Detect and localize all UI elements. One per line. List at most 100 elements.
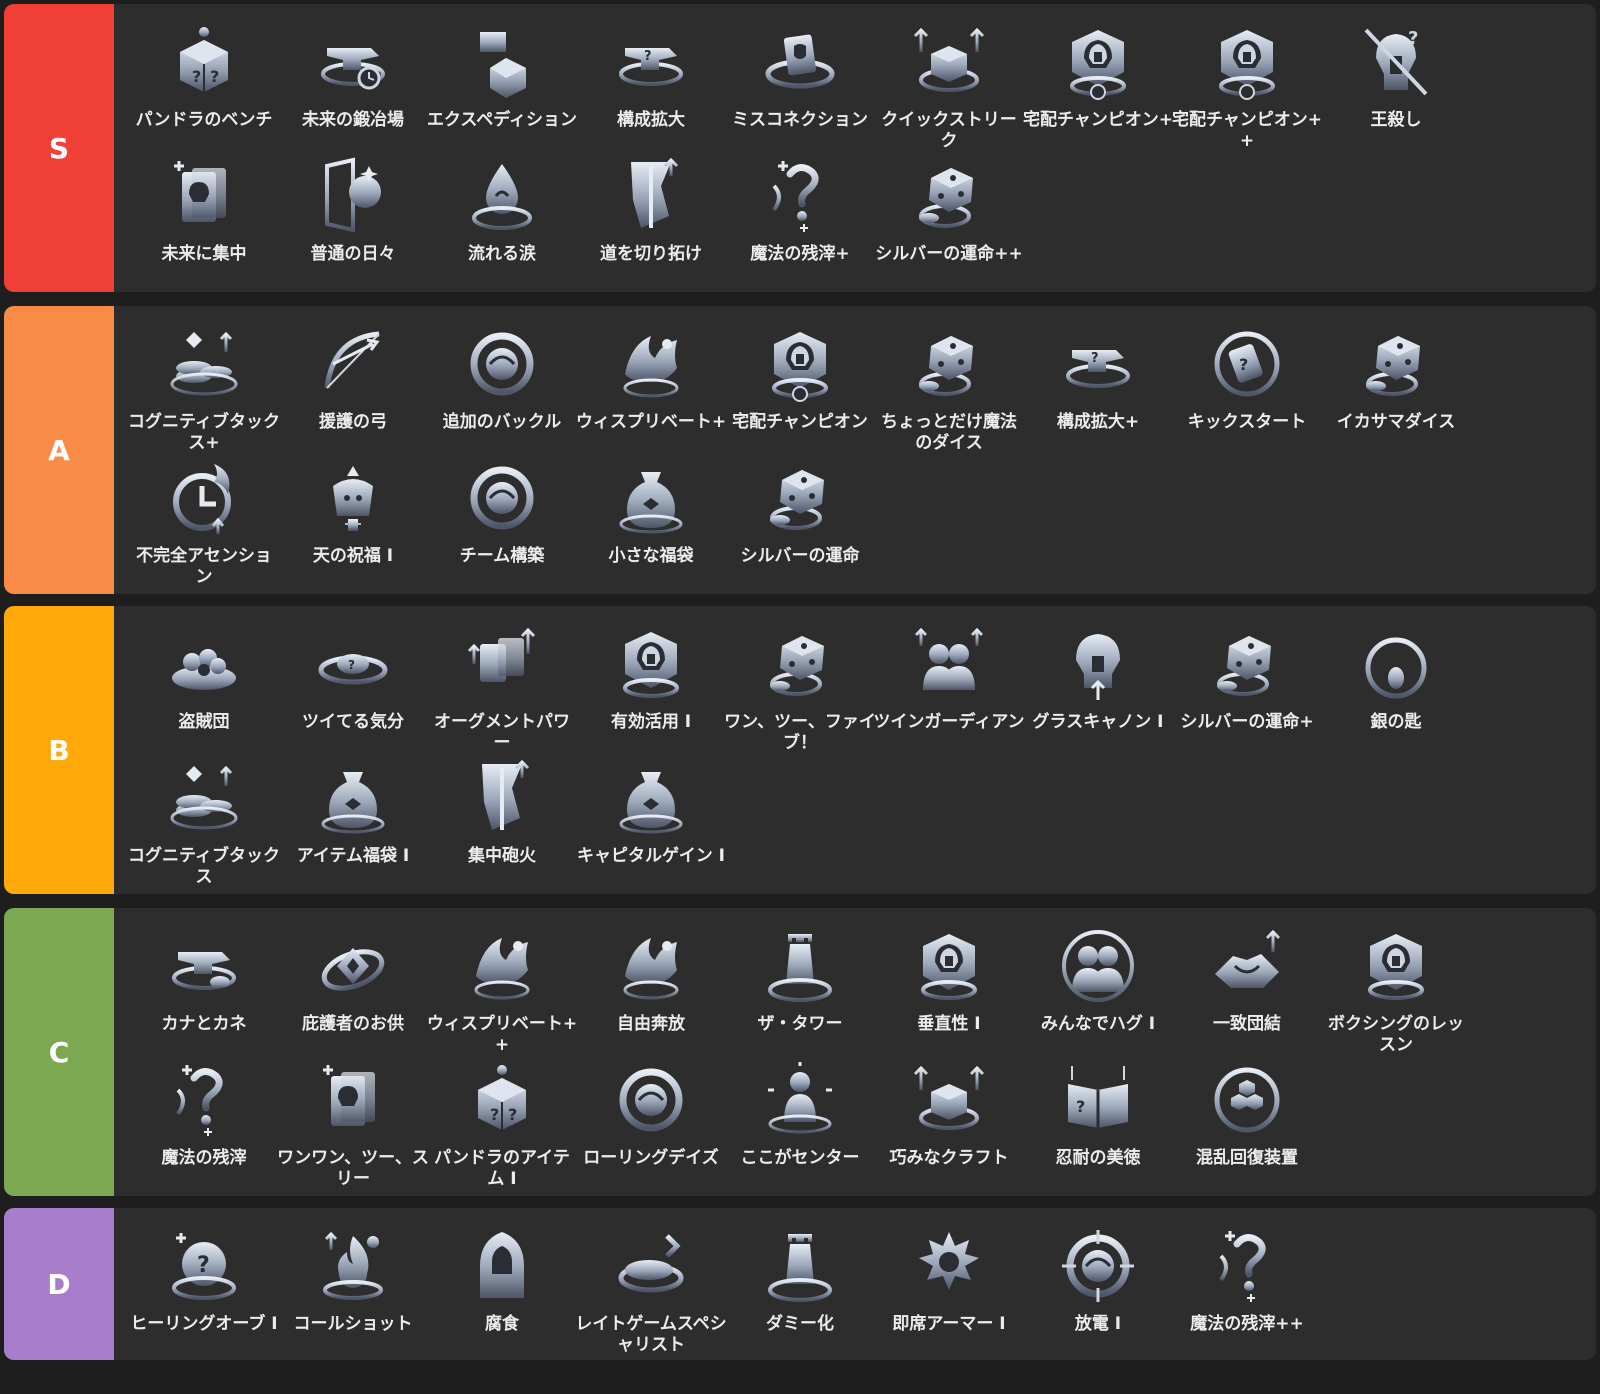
money-bag-icon <box>609 756 693 840</box>
augment-name: 一致団結 <box>1213 1014 1281 1034</box>
hooded-figure-icon <box>460 1224 544 1308</box>
augment-item[interactable]: ? ツイてる気分 <box>277 622 429 733</box>
magic-residue-icon <box>1205 1224 1289 1308</box>
augment-item[interactable]: キャピタルゲイン I <box>575 756 727 867</box>
augment-item[interactable]: ローリングデイズ <box>575 1058 727 1169</box>
augment-item[interactable]: 集中砲火 <box>426 756 578 867</box>
augment-item[interactable]: 道を切り拓け <box>575 154 727 265</box>
bandit-pile-icon <box>162 622 246 706</box>
augment-item[interactable]: 魔法の残滓+ <box>724 154 876 265</box>
augment-item[interactable]: ? 構成拡大 <box>575 20 727 131</box>
augment-item[interactable]: ボクシングのレッスン <box>1320 924 1472 1056</box>
augment-item[interactable]: 未来に集中 <box>128 154 280 265</box>
augment-item[interactable]: ウィスプリベート++ <box>426 924 578 1056</box>
handshake-icon <box>1205 924 1289 1008</box>
augment-item[interactable]: レイトゲームスペシャリスト <box>575 1224 727 1356</box>
augment-item[interactable]: 有効活用 I <box>575 622 727 733</box>
augment-item[interactable]: ? 忍耐の美徳 <box>1022 1058 1174 1169</box>
augment-name: チーム構築 <box>459 546 545 566</box>
augment-item[interactable]: 不完全アセンション <box>128 456 280 588</box>
augment-item[interactable]: クイックストリーク <box>873 20 1025 152</box>
augment-item[interactable]: 巧みなクラフト <box>873 1058 1025 1169</box>
augment-card-icon <box>460 622 544 706</box>
svg-text:?: ? <box>197 1253 210 1278</box>
augment-item[interactable]: 流れる涙 <box>426 154 578 265</box>
craft-box-icon <box>907 1058 991 1142</box>
augment-item[interactable]: カナとカネ <box>128 924 280 1035</box>
augment-item[interactable]: ザ・タワー <box>724 924 876 1035</box>
augment-name: グラスキャノン I <box>1032 712 1164 732</box>
blessing-icon <box>311 456 395 540</box>
svg-text:?: ? <box>508 1105 517 1124</box>
augment-item[interactable]: コグニティブタックス <box>128 756 280 888</box>
augment-item[interactable]: 即席アーマー I <box>873 1224 1025 1335</box>
champion-helm-icon <box>1056 20 1140 104</box>
tier-label: C <box>4 908 114 1196</box>
augment-item[interactable]: みんなでハグ I <box>1022 924 1174 1035</box>
augment-item[interactable]: 垂直性 I <box>873 924 1025 1035</box>
tier-label: S <box>4 4 114 292</box>
augment-name: ちょっとだけ魔法のダイス <box>881 412 1017 453</box>
augment-item[interactable]: ? ヒーリングオーブ I <box>128 1224 280 1335</box>
augment-item[interactable]: ? キックスタート <box>1171 322 1323 433</box>
augment-item[interactable]: 宅配チャンピオン+ <box>1022 20 1174 131</box>
augment-item[interactable]: 魔法の残滓 <box>128 1058 280 1169</box>
augment-item[interactable]: 宅配チャンピオン++ <box>1171 20 1323 152</box>
augment-item[interactable]: 庇護者のお供 <box>277 924 429 1035</box>
augment-item[interactable]: 普通の日々 <box>277 154 429 265</box>
augment-item[interactable]: ? 王殺し <box>1320 20 1472 131</box>
augment-item[interactable]: コグニティブタックス+ <box>128 322 280 454</box>
augment-item[interactable]: 自由奔放 <box>575 924 727 1035</box>
boxing-helm-icon <box>1354 924 1438 1008</box>
augment-item[interactable]: 盗賊団 <box>128 622 280 733</box>
augment-item[interactable]: ワン、ツー、ファイブ！ <box>724 622 876 754</box>
augment-item[interactable]: エクスペディション <box>426 20 578 131</box>
augment-name: みんなでハグ I <box>1040 1014 1156 1034</box>
augment-item[interactable]: 魔法の残滓++ <box>1171 1224 1323 1335</box>
augment-item[interactable]: チーム構築 <box>426 456 578 567</box>
augment-name: 混乱回復装置 <box>1196 1148 1298 1168</box>
augment-item[interactable]: イカサマダイス <box>1320 322 1472 433</box>
augment-item[interactable]: コールショット <box>277 1224 429 1335</box>
augment-item[interactable]: 宅配チャンピオン <box>724 322 876 433</box>
augment-item[interactable]: オーグメントパワー <box>426 622 578 754</box>
augment-item[interactable]: 放電 I <box>1022 1224 1174 1335</box>
augment-item[interactable]: シルバーの運命 <box>724 456 876 567</box>
augment-item[interactable]: ? ? パンドラのアイテム I <box>426 1058 578 1190</box>
augment-item[interactable]: 援護の弓 <box>277 322 429 433</box>
augment-name: 未来の鍛冶場 <box>302 110 404 130</box>
augment-item[interactable]: ツインガーディアン <box>873 622 1025 733</box>
hug-icon <box>1056 924 1140 1008</box>
augment-item[interactable]: ちょっとだけ魔法のダイス <box>873 322 1025 454</box>
augment-item[interactable]: 一致団結 <box>1171 924 1323 1035</box>
augment-item[interactable]: ワンワン、ツー、スリー <box>277 1058 429 1190</box>
augment-item[interactable]: ダミー化 <box>724 1224 876 1335</box>
augment-item[interactable]: ? ? パンドラのベンチ <box>128 20 280 131</box>
augment-item[interactable]: アイテム福袋 I <box>277 756 429 867</box>
champion-card-icon <box>311 1058 395 1142</box>
svg-text:?: ? <box>1408 28 1418 49</box>
augment-item[interactable]: 小さな福袋 <box>575 456 727 567</box>
augment-item[interactable]: シルバーの運命++ <box>873 154 1025 265</box>
augment-item[interactable]: シルバーの運命+ <box>1171 622 1323 733</box>
augment-item[interactable]: 未来の鍛冶場 <box>277 20 429 131</box>
augment-item[interactable]: ウィスプリベート+ <box>575 322 727 433</box>
augment-item[interactable]: 追加のバックル <box>426 322 578 433</box>
helm-swirl-icon <box>609 622 693 706</box>
augment-name: ツインガーディアン <box>873 712 1025 732</box>
augment-name: 有効活用 I <box>610 712 692 732</box>
svg-text:?: ? <box>1239 355 1248 374</box>
augment-item[interactable]: 混乱回復装置 <box>1171 1058 1323 1169</box>
coin-stack-icon <box>162 322 246 406</box>
augment-item[interactable]: ここがセンター <box>724 1058 876 1169</box>
silver-dice-icon <box>1205 622 1289 706</box>
augment-item[interactable]: ミスコネクション <box>724 20 876 131</box>
augment-item[interactable]: 腐食 <box>426 1224 578 1335</box>
augment-name: ザ・タワー <box>757 1014 843 1034</box>
augment-item[interactable]: ? 構成拡大+ <box>1022 322 1174 433</box>
augment-item[interactable]: 銀の匙 <box>1320 622 1472 733</box>
augment-item[interactable]: グラスキャノン I <box>1022 622 1174 733</box>
bow-icon <box>311 322 395 406</box>
augment-item[interactable]: 天の祝福 I <box>277 456 429 567</box>
augment-name: 構成拡大+ <box>1056 412 1140 432</box>
